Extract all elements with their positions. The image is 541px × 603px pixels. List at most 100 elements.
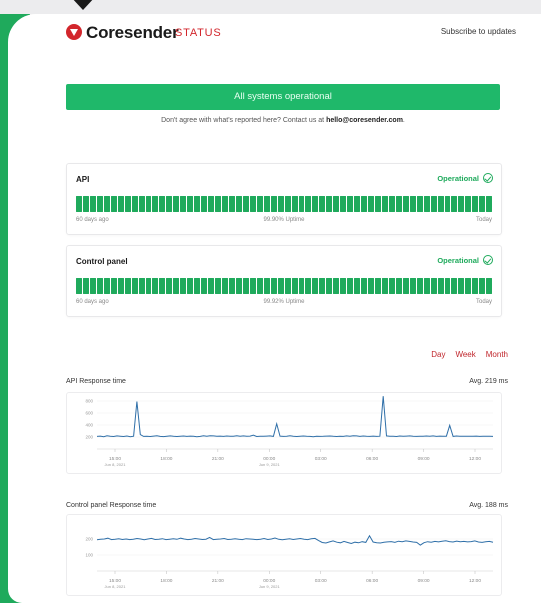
uptime-day-bar[interactable]	[277, 196, 284, 212]
uptime-day-bar[interactable]	[333, 278, 340, 294]
uptime-day-bar[interactable]	[416, 278, 423, 294]
uptime-day-bar[interactable]	[201, 196, 208, 212]
uptime-day-bar[interactable]	[347, 196, 354, 212]
uptime-day-bar[interactable]	[145, 196, 152, 212]
uptime-day-bar[interactable]	[215, 278, 222, 294]
uptime-day-bar[interactable]	[249, 196, 256, 212]
uptime-day-bar[interactable]	[472, 278, 479, 294]
uptime-day-bar[interactable]	[402, 278, 409, 294]
uptime-day-bar[interactable]	[395, 278, 402, 294]
uptime-day-bar[interactable]	[479, 278, 486, 294]
uptime-day-bar[interactable]	[374, 196, 381, 212]
uptime-day-bar[interactable]	[402, 196, 409, 212]
uptime-day-bar[interactable]	[326, 278, 333, 294]
uptime-day-bar[interactable]	[409, 196, 416, 212]
uptime-day-bar[interactable]	[388, 278, 395, 294]
uptime-day-bar[interactable]	[409, 278, 416, 294]
uptime-day-bar[interactable]	[173, 278, 180, 294]
uptime-day-bar[interactable]	[458, 278, 465, 294]
uptime-day-bar[interactable]	[145, 278, 152, 294]
uptime-day-bar[interactable]	[222, 196, 228, 212]
uptime-day-bar[interactable]	[194, 278, 201, 294]
uptime-day-bar[interactable]	[270, 196, 277, 212]
uptime-day-bar[interactable]	[416, 196, 423, 212]
uptime-day-bar[interactable]	[479, 196, 486, 212]
uptime-day-bar[interactable]	[187, 196, 194, 212]
uptime-day-bar[interactable]	[82, 196, 89, 212]
uptime-day-bar[interactable]	[76, 278, 82, 294]
uptime-day-bar[interactable]	[368, 196, 374, 212]
uptime-day-bar[interactable]	[368, 278, 374, 294]
uptime-day-bar[interactable]	[361, 196, 368, 212]
uptime-day-bar[interactable]	[131, 196, 138, 212]
uptime-day-bar[interactable]	[340, 278, 347, 294]
contact-email-link[interactable]: hello@coresender.com	[326, 117, 403, 124]
uptime-day-bar[interactable]	[319, 278, 326, 294]
uptime-day-bar[interactable]	[89, 196, 96, 212]
uptime-day-bar[interactable]	[131, 278, 138, 294]
uptime-day-bar[interactable]	[235, 196, 242, 212]
uptime-day-bar[interactable]	[430, 196, 437, 212]
uptime-day-bar[interactable]	[173, 196, 180, 212]
uptime-day-bar[interactable]	[256, 196, 263, 212]
uptime-day-bar[interactable]	[180, 278, 187, 294]
brand-name[interactable]: Coresender	[86, 23, 179, 43]
uptime-day-bar[interactable]	[395, 196, 402, 212]
range-month[interactable]: Month	[486, 350, 508, 359]
uptime-day-bar[interactable]	[444, 278, 451, 294]
uptime-day-bar[interactable]	[451, 196, 458, 212]
uptime-day-bar[interactable]	[208, 196, 215, 212]
uptime-day-bar[interactable]	[152, 278, 159, 294]
uptime-day-bar[interactable]	[486, 196, 493, 212]
uptime-day-bar[interactable]	[117, 196, 124, 212]
uptime-day-bar[interactable]	[242, 196, 249, 212]
uptime-day-bar[interactable]	[194, 196, 201, 212]
subscribe-link[interactable]: Subscribe to updates	[441, 27, 516, 36]
uptime-day-bar[interactable]	[103, 278, 110, 294]
uptime-day-bar[interactable]	[228, 196, 235, 212]
uptime-day-bar[interactable]	[110, 196, 117, 212]
coresender-logo-icon[interactable]	[66, 24, 82, 40]
uptime-day-bar[interactable]	[166, 278, 173, 294]
uptime-day-bar[interactable]	[138, 278, 145, 294]
uptime-day-bar[interactable]	[103, 196, 110, 212]
uptime-day-bar[interactable]	[277, 278, 284, 294]
range-day[interactable]: Day	[431, 350, 445, 359]
uptime-day-bar[interactable]	[187, 278, 194, 294]
uptime-day-bar[interactable]	[312, 278, 319, 294]
uptime-day-bar[interactable]	[423, 278, 430, 294]
uptime-day-bar[interactable]	[117, 278, 124, 294]
uptime-day-bar[interactable]	[465, 278, 472, 294]
uptime-day-bar[interactable]	[201, 278, 208, 294]
uptime-day-bar[interactable]	[472, 196, 479, 212]
uptime-day-bar[interactable]	[347, 278, 354, 294]
uptime-day-bar[interactable]	[249, 278, 256, 294]
uptime-day-bar[interactable]	[215, 196, 222, 212]
uptime-day-bar[interactable]	[96, 196, 103, 212]
uptime-day-bar[interactable]	[291, 278, 298, 294]
uptime-day-bar[interactable]	[124, 278, 131, 294]
uptime-day-bar[interactable]	[444, 196, 451, 212]
uptime-day-bar[interactable]	[333, 196, 340, 212]
uptime-day-bar[interactable]	[110, 278, 117, 294]
uptime-day-bar[interactable]	[319, 196, 326, 212]
uptime-day-bar[interactable]	[298, 196, 305, 212]
uptime-day-bar[interactable]	[305, 278, 312, 294]
uptime-day-bar[interactable]	[340, 196, 347, 212]
uptime-day-bar[interactable]	[228, 278, 235, 294]
uptime-day-bar[interactable]	[298, 278, 305, 294]
uptime-day-bar[interactable]	[388, 196, 395, 212]
uptime-day-bar[interactable]	[242, 278, 249, 294]
uptime-day-bar[interactable]	[423, 196, 430, 212]
uptime-day-bar[interactable]	[486, 278, 493, 294]
uptime-day-bar[interactable]	[312, 196, 319, 212]
uptime-day-bar[interactable]	[430, 278, 437, 294]
uptime-day-bar[interactable]	[381, 196, 388, 212]
uptime-day-bar[interactable]	[381, 278, 388, 294]
uptime-day-bar[interactable]	[235, 278, 242, 294]
uptime-day-bar[interactable]	[374, 278, 381, 294]
uptime-day-bar[interactable]	[96, 278, 103, 294]
uptime-day-bar[interactable]	[284, 278, 291, 294]
uptime-day-bar[interactable]	[152, 196, 159, 212]
uptime-day-bar[interactable]	[138, 196, 145, 212]
